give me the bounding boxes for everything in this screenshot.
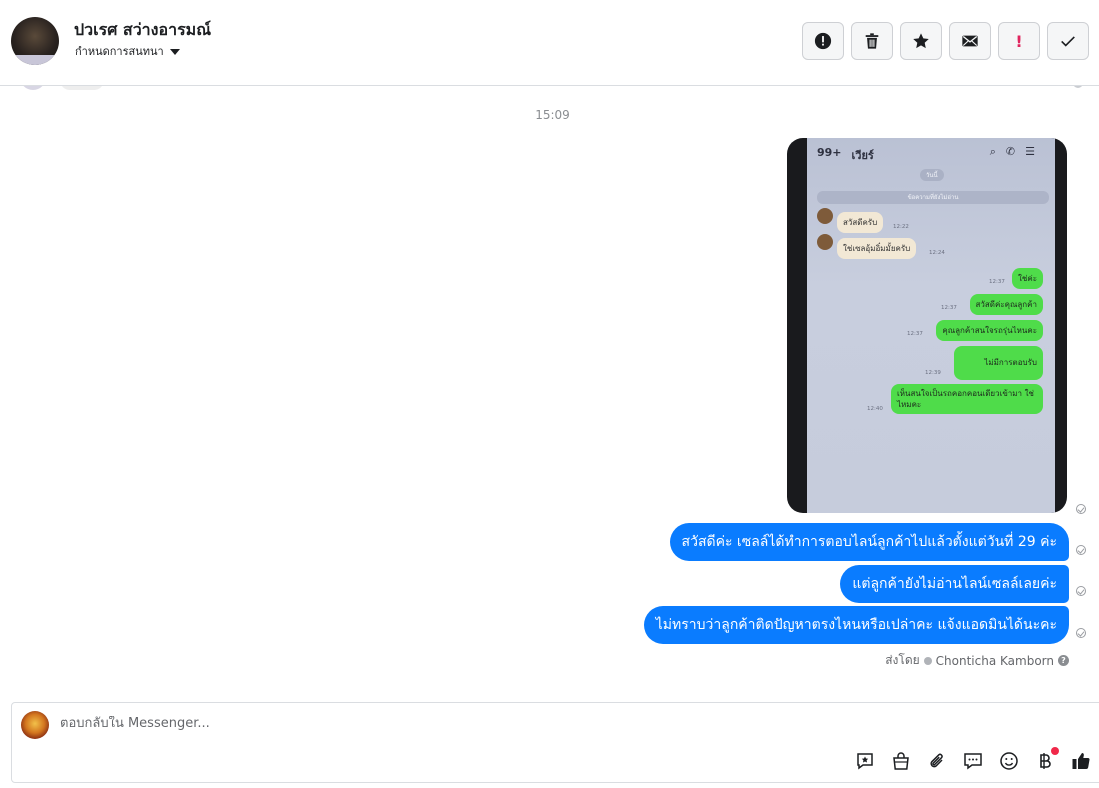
read-receipt-icon <box>1076 504 1086 514</box>
message-timestamp: 15:09 <box>535 108 570 122</box>
line-time: 12:22 <box>893 224 909 230</box>
read-receipt-icon <box>1076 545 1086 555</box>
notification-dot <box>1051 747 1059 755</box>
line-unread-banner: ข้อความที่ยังไม่อ่าน <box>817 191 1049 204</box>
line-outgoing-bubble: เห็นสนใจเป็นรถคอกคอนเดียวเข้ามา ใช่ไหมคะ <box>891 384 1043 414</box>
conversation-header: ปวเรศ สว่างอารมณ์ กำหนดการสนทนา ! <box>0 0 1099 86</box>
trash-icon <box>865 33 879 49</box>
read-receipt-icon <box>1076 586 1086 596</box>
line-missed-call-label: ไม่มีการตอบรับ <box>984 358 1037 367</box>
image-attachment[interactable]: 99+ เวียร์ ⌕✆☰ วันนี้ ข้อความที่ยังไม่อ่… <box>787 138 1067 513</box>
line-incoming-bubble: สวัสดีครับ <box>837 212 884 233</box>
line-time: 12:37 <box>907 331 923 337</box>
spam-alert-button[interactable] <box>802 22 844 60</box>
line-time: 12:37 <box>989 279 1005 285</box>
line-time: 12:39 <box>925 370 941 376</box>
line-time: 12:37 <box>941 305 957 311</box>
line-incoming-bubble: ใช่เซลอุ้มอิ๋มมั้ยครับ <box>837 238 917 259</box>
line-today-pill: วันนี้ <box>920 169 944 181</box>
line-topbar-icons: ⌕✆☰ <box>989 145 1045 158</box>
line-back-count: 99+ <box>817 146 842 159</box>
line-outgoing-bubble: ใช่ค่ะ <box>1012 268 1043 289</box>
mark-unread-button[interactable] <box>949 22 991 60</box>
emoji-icon <box>1000 752 1018 770</box>
line-time: 12:40 <box>867 406 883 412</box>
saved-reply-icon <box>857 753 873 770</box>
conversation-status-label: กำหนดการสนทนา <box>75 45 164 58</box>
help-icon[interactable]: ? <box>1058 655 1069 666</box>
check-icon <box>1061 36 1075 47</box>
line-chat-screenshot: 99+ เวียร์ ⌕✆☰ วันนี้ ข้อความที่ยังไม่อ่… <box>807 138 1055 513</box>
line-sender-avatar <box>817 234 833 250</box>
alert-circle-icon <box>814 32 832 50</box>
reply-input[interactable] <box>60 716 760 731</box>
line-missed-call-bubble: ไม่มีการตอบรับ <box>954 346 1043 380</box>
line-outgoing-bubble: คุณลูกค้าสนใจรถรุ่นไหนคะ <box>936 320 1043 341</box>
line-outgoing-bubble: สวัสดีค่ะคุณลูกค้า <box>969 294 1043 315</box>
quick-reply-button[interactable] <box>962 750 984 772</box>
outgoing-message[interactable]: สวัสดีค่ะ เซลล์ได้ทำการตอบไลน์ลูกค้าไปแล… <box>669 523 1069 561</box>
composer-toolbar <box>854 747 1092 772</box>
delete-button[interactable] <box>851 22 893 60</box>
previous-sender-avatar <box>20 86 46 90</box>
saved-reply-button[interactable] <box>854 750 876 772</box>
chat-bubbles-icon <box>964 753 982 770</box>
like-button[interactable] <box>1070 750 1092 772</box>
conversation-status-dropdown[interactable]: กำหนดการสนทนา <box>75 42 180 60</box>
mark-done-button[interactable] <box>1047 22 1089 60</box>
previous-read-receipt-icon <box>1073 86 1083 88</box>
contact-avatar[interactable] <box>11 17 59 65</box>
reply-composer <box>11 702 1099 783</box>
paperclip-icon <box>930 753 943 768</box>
header-actions: ! <box>802 22 1089 60</box>
attach-button[interactable] <box>926 750 948 772</box>
thumbs-up-icon <box>1072 753 1090 770</box>
read-receipt-icon <box>1076 628 1086 638</box>
follow-up-label: ! <box>1015 31 1023 51</box>
envelope-icon <box>962 35 978 47</box>
outgoing-message[interactable]: ไม่ทราบว่าลูกค้าติดปัญหาตรงไหนหรือเปล่าค… <box>643 606 1069 644</box>
outgoing-message[interactable]: แต่ลูกค้ายังไม่อ่านไลน์เซลล์เลยค่ะ <box>840 565 1069 603</box>
sender-name[interactable]: Chonticha Kamborn <box>936 654 1054 668</box>
line-chat-name: เวียร์ <box>851 149 874 162</box>
emoji-button[interactable] <box>998 750 1020 772</box>
sent-by-label: ส่งโดย <box>885 653 920 667</box>
caret-down-icon <box>169 48 180 55</box>
line-chat-topbar: 99+ เวียร์ <box>817 146 874 164</box>
star-icon <box>913 33 929 49</box>
line-sender-avatar <box>817 208 833 224</box>
star-button[interactable] <box>900 22 942 60</box>
verified-icon <box>923 656 932 665</box>
shop-button[interactable] <box>890 750 912 772</box>
sent-by-info: ส่งโดย Chonticha Kamborn ? <box>885 651 1069 670</box>
contact-name[interactable]: ปวเรศ สว่างอารมณ์ <box>74 18 211 43</box>
previous-message-bubble <box>60 86 104 90</box>
page-avatar <box>21 711 49 739</box>
follow-up-button[interactable]: ! <box>998 22 1040 60</box>
line-time: 12:24 <box>929 250 945 256</box>
payment-button[interactable] <box>1034 747 1059 772</box>
message-thread[interactable]: 15:09 99+ เวียร์ ⌕✆☰ วันนี้ ข้อความที่ยั… <box>0 86 1099 700</box>
shopping-bag-icon <box>893 752 909 770</box>
